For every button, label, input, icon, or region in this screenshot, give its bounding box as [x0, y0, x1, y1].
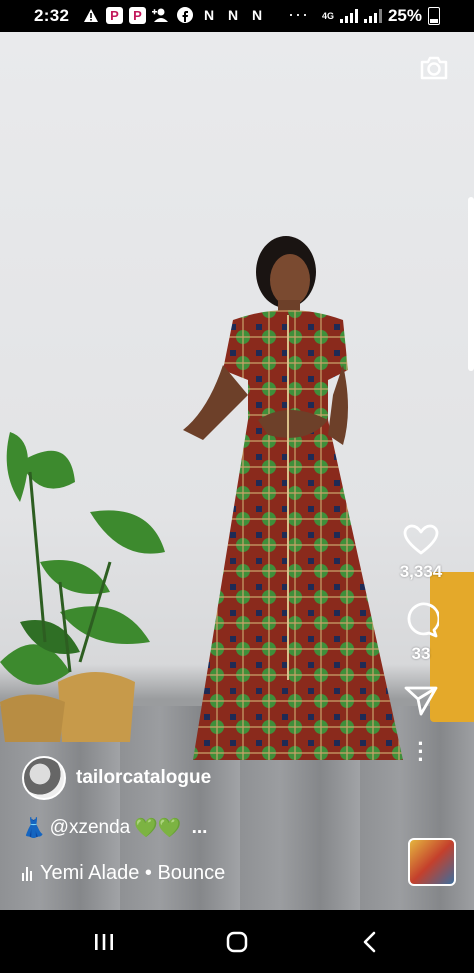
recents-icon [95, 934, 113, 950]
audio-thumbnail[interactable] [408, 838, 456, 886]
like-button[interactable]: 3,334 [399, 524, 443, 582]
more-options-button[interactable]: · · · [417, 731, 425, 772]
more-notifications-icon: ··· [288, 4, 309, 24]
system-nav-bar [0, 910, 474, 973]
recent-apps-button[interactable] [84, 928, 124, 956]
signal-icon [339, 9, 358, 23]
comment-button[interactable]: 33 [403, 602, 439, 664]
warning-icon [82, 6, 100, 24]
p-app-icon: P [129, 6, 146, 24]
caption-more[interactable]: ... [192, 817, 208, 839]
avatar[interactable] [22, 756, 66, 800]
back-button[interactable] [350, 928, 390, 956]
author-row: tailorcatalogue [22, 756, 211, 800]
reel-actions: 3,334 33 · · · [386, 524, 456, 772]
n-app-icon: N [251, 7, 263, 23]
comment-icon [407, 602, 439, 638]
back-chevron-icon [363, 931, 376, 953]
facebook-icon [176, 6, 194, 24]
battery-icon [428, 7, 440, 25]
caption-mention[interactable]: @xzenda [50, 817, 131, 839]
audio-title: Yemi Alade • Bounce [40, 862, 226, 884]
home-button[interactable] [217, 928, 257, 956]
battery-percent: 25% [387, 6, 422, 25]
person-add-icon [152, 6, 170, 24]
system-indicators: 4G 25% [322, 6, 440, 26]
like-count: 3,334 [399, 562, 443, 581]
username-link[interactable]: tailorcatalogue [76, 767, 211, 789]
n-app-icon: N [203, 7, 215, 23]
audio-info[interactable]: Yemi Alade • Bounce [22, 862, 225, 885]
reel-video[interactable]: 3,334 33 · · · tailorcatalogue 👗 @xzenda 💚… [0, 32, 474, 910]
model-in-ankara-dress-image [183, 236, 403, 760]
p-app-icon: P [106, 6, 123, 24]
caption[interactable]: 👗 @xzenda 💚💚 ... [22, 816, 207, 840]
share-button[interactable] [404, 684, 438, 716]
n-app-icon: N [227, 7, 239, 23]
caption-hearts: 💚💚 [134, 818, 182, 839]
camera-icon [420, 56, 448, 80]
send-icon [404, 686, 438, 716]
potted-plant-image [0, 432, 165, 742]
home-icon [226, 931, 248, 953]
scroll-indicator [468, 197, 474, 371]
status-time: 2:32 [34, 6, 70, 25]
notification-icons: P P N N N [82, 6, 266, 24]
more-vertical-icon: · · · [417, 731, 425, 772]
network-type: 4G [321, 10, 334, 21]
dress-emoji: 👗 [22, 818, 46, 839]
camera-button[interactable] [418, 52, 450, 84]
music-bars-icon [22, 866, 32, 881]
signal-icon [363, 9, 382, 23]
comment-count: 33 [411, 644, 431, 663]
status-bar: 2:32 P P N N N ··· 4G 25% [0, 0, 474, 32]
heart-icon [403, 524, 439, 555]
